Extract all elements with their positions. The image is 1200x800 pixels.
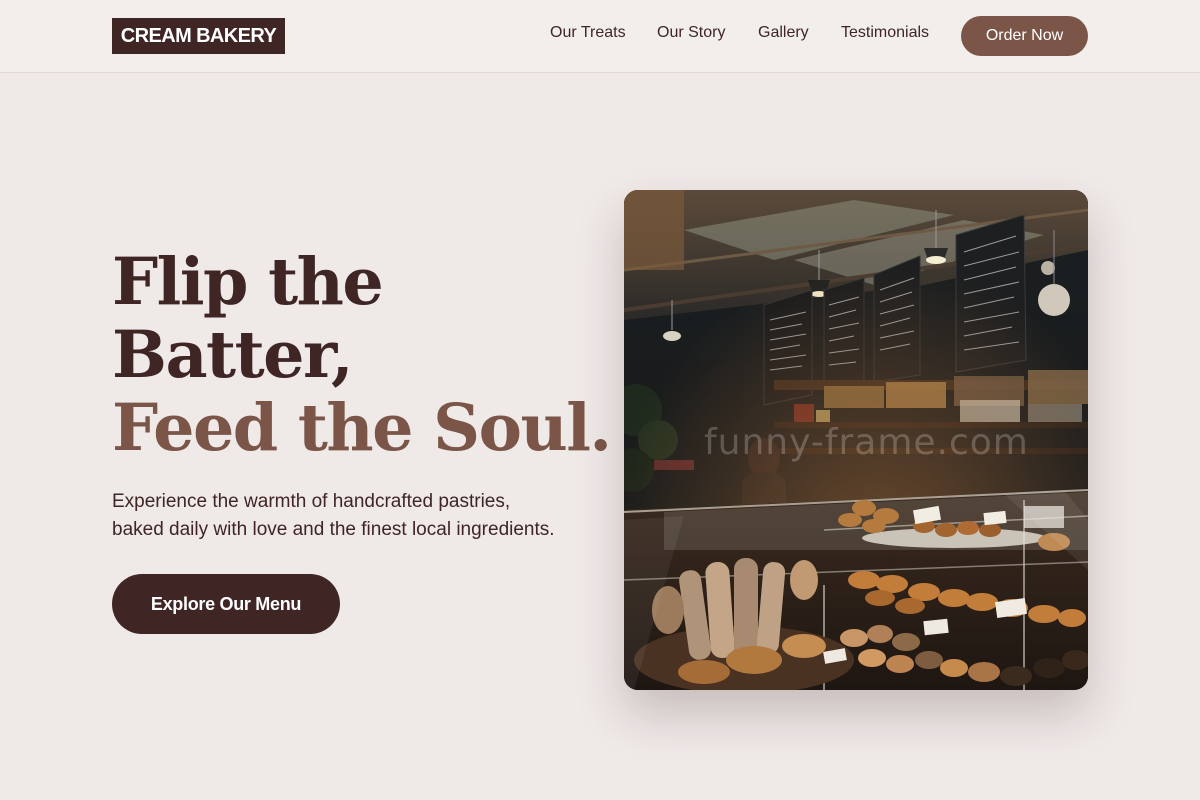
nav-gallery[interactable]: Gallery [758, 24, 809, 46]
hero-subtitle: Experience the warmth of handcrafted pas… [112, 488, 592, 544]
hero-title: Flip the Batter, Feed the Soul. [112, 244, 612, 466]
explore-menu-button[interactable]: Explore Our Menu [112, 574, 340, 634]
bakery-interior-image: funny-frame.com [624, 190, 1088, 690]
hero-subtitle-line-1: Experience the warmth of handcrafted pas… [112, 491, 511, 512]
site-header: CREAM BAKERY Our Treats Our Story Galler… [0, 0, 1200, 73]
nav-our-treats[interactable]: Our Treats [550, 24, 626, 46]
hero-title-line-1: Flip the [112, 244, 384, 320]
image-watermark: funny-frame.com [704, 422, 1029, 463]
nav-our-story[interactable]: Our Story [657, 24, 725, 46]
hero-subtitle-line-2: baked daily with love and the finest loc… [112, 519, 555, 540]
brand-logo[interactable]: CREAM BAKERY [112, 18, 285, 54]
order-now-button[interactable]: Order Now [961, 16, 1088, 56]
hero-title-line-3: Feed the Soul. [112, 390, 612, 466]
hero-title-line-2: Batter, [112, 317, 354, 393]
nav-testimonials[interactable]: Testimonials [841, 24, 929, 46]
